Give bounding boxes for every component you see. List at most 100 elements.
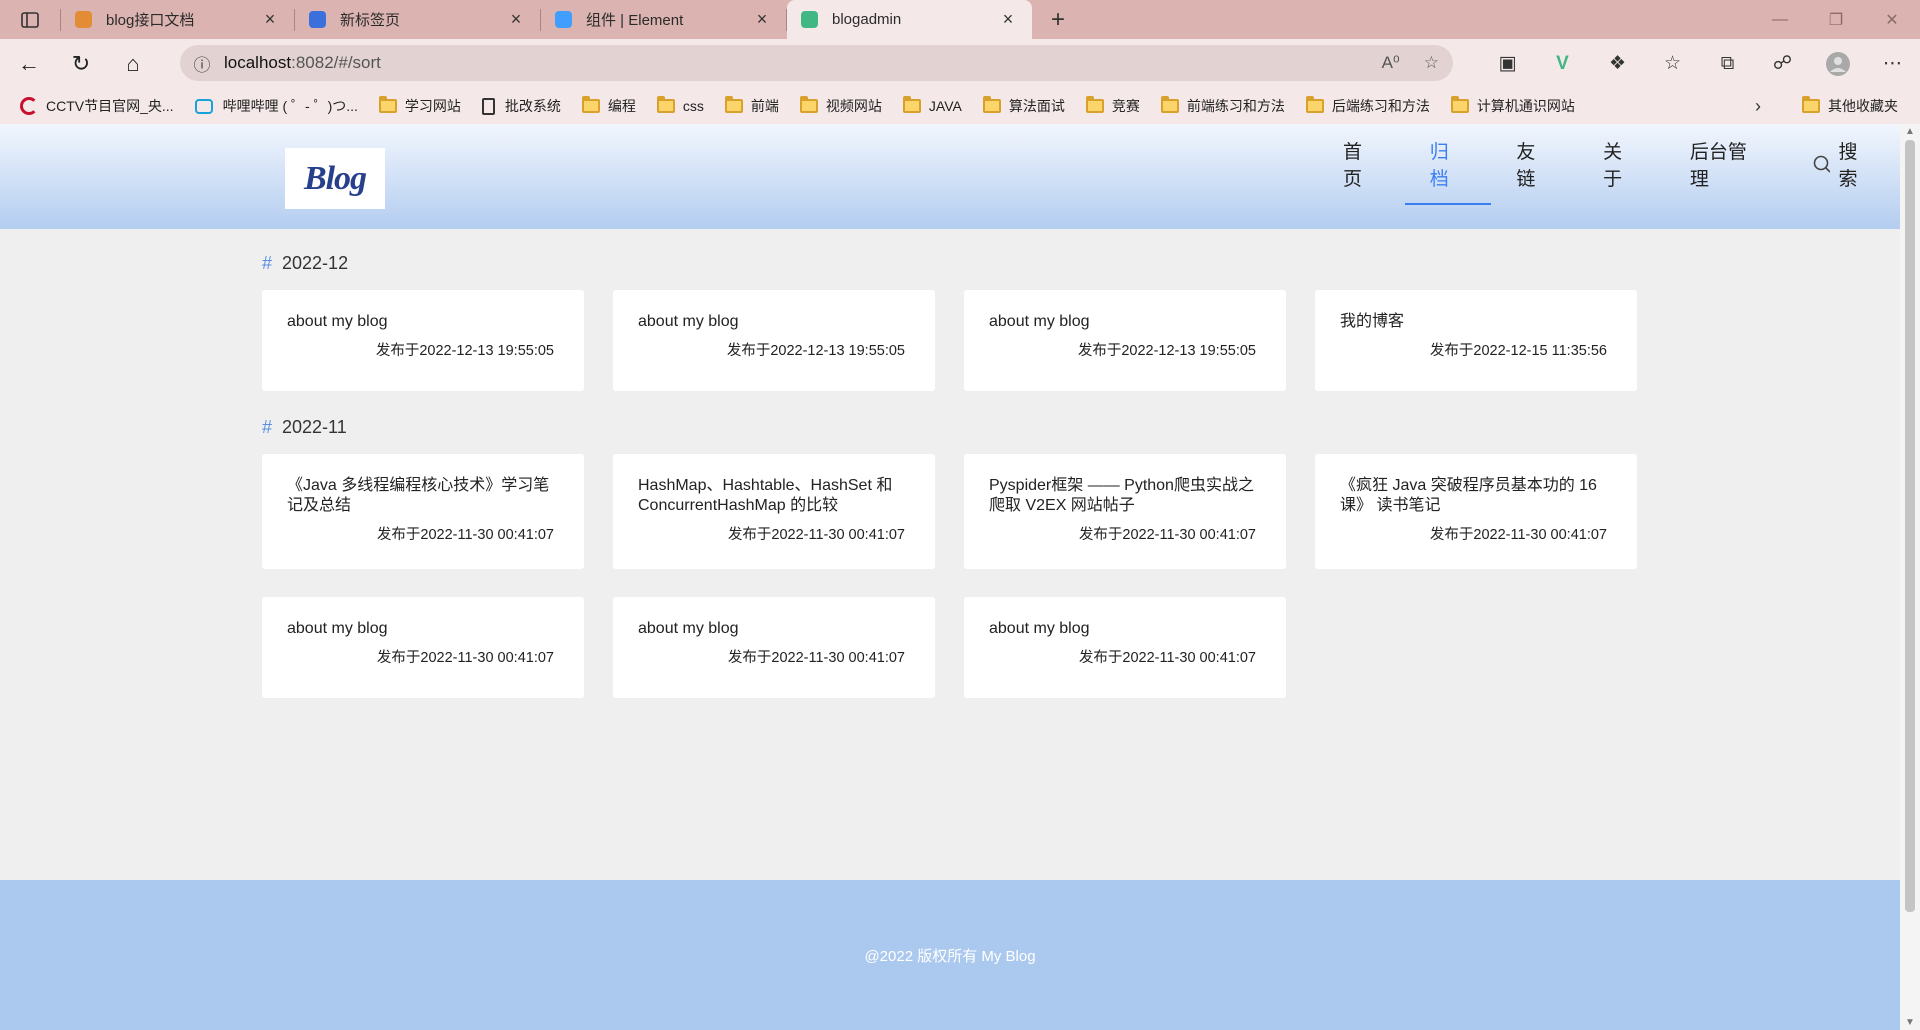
bookmark-item[interactable]: 后端练习和方法 — [1305, 96, 1430, 116]
tab-1[interactable]: 新标签页 × — [295, 0, 540, 39]
bookmark-item[interactable]: 前端练习和方法 — [1160, 96, 1285, 116]
back-button[interactable]: ← — [6, 44, 52, 84]
tab-close-icon[interactable]: × — [752, 9, 772, 30]
restore-button[interactable]: ❐ — [1808, 0, 1864, 39]
address-input[interactable]: ⓘ localhost:8082/#/sort A⁰ ☆ — [180, 45, 1453, 81]
nav-item-1[interactable]: 归档 — [1404, 124, 1492, 205]
bili-icon — [194, 98, 213, 114]
post-card[interactable]: about my blog 发布于2022-11-30 00:41:07 — [964, 597, 1286, 698]
nav-item-3[interactable]: 关于 — [1578, 124, 1665, 203]
tab-title: blog接口文档 — [106, 12, 195, 29]
read-aloud-icon[interactable]: A⁰ — [1382, 53, 1400, 73]
bookmark-label: 编程 — [607, 98, 636, 114]
vue-devtools-icon[interactable]: V — [1535, 53, 1590, 75]
post-title[interactable]: 《疯狂 Java 突破程序员基本功的 16 课》 读书笔记 — [1340, 476, 1607, 516]
bookmark-item[interactable]: 竞赛 — [1085, 96, 1140, 116]
post-title[interactable]: 《Java 多线程编程核心技术》学习笔记及总结 — [287, 476, 554, 516]
bookmark-label: 哔哩哔哩 ( ゜- ゜)つ... — [222, 98, 358, 114]
bookmark-item[interactable]: 学习网站 — [378, 96, 461, 116]
edge-bar-icon[interactable]: ☍ — [1755, 52, 1810, 75]
post-title[interactable]: Pyspider框架 —— Python爬虫实战之爬取 V2EX 网站帖子 — [989, 476, 1256, 516]
favorites-icon[interactable]: ☆ — [1645, 52, 1700, 75]
site-logo[interactable]: Blog — [285, 148, 385, 209]
bookmark-item[interactable]: 视频网站 — [799, 96, 882, 116]
folder-icon — [656, 96, 675, 113]
post-title[interactable]: about my blog — [989, 312, 1256, 332]
add-favorite-icon[interactable]: ☆ — [1424, 53, 1439, 73]
bookmark-item[interactable]: css — [656, 96, 704, 114]
folder-icon — [724, 96, 743, 113]
tab-0[interactable]: blog接口文档 × — [61, 0, 294, 39]
post-date: 发布于2022-12-13 19:55:05 — [726, 343, 905, 359]
post-title[interactable]: about my blog — [287, 312, 554, 332]
tab-title: blogadmin — [832, 11, 902, 28]
post-card[interactable]: Pyspider框架 —— Python爬虫实战之爬取 V2EX 网站帖子发布于… — [964, 454, 1286, 569]
other-bookmarks[interactable]: 其他收藏夹 — [1802, 88, 1898, 124]
more-menu-icon[interactable]: ⋯ — [1865, 52, 1920, 75]
minimize-button[interactable]: — — [1752, 0, 1808, 39]
post-card[interactable]: about my blog 发布于2022-12-13 19:55:05 — [262, 290, 584, 391]
site-info-icon[interactable]: ⓘ — [180, 51, 224, 76]
post-card[interactable]: HashMap、Hashtable、HashSet 和 ConcurrentHa… — [613, 454, 935, 569]
refresh-button[interactable]: ↻ — [58, 44, 104, 84]
bookmark-label: 竞赛 — [1111, 98, 1140, 114]
post-title[interactable]: about my blog — [989, 619, 1256, 639]
bookmark-item[interactable]: CCTV节目官网_央... — [20, 96, 174, 116]
post-date: 发布于2022-11-30 00:41:07 — [1078, 527, 1256, 543]
archive-grid: about my blog 发布于2022-12-13 19:55:05 about… — [262, 290, 1642, 391]
nav-item-2[interactable]: 友链 — [1491, 124, 1578, 203]
screen-cast-icon[interactable]: ▣ — [1480, 52, 1535, 75]
post-card[interactable]: about my blog 发布于2022-12-13 19:55:05 — [964, 290, 1286, 391]
post-card[interactable]: 《疯狂 Java 突破程序员基本功的 16 课》 读书笔记发布于2022-11-… — [1315, 454, 1637, 569]
bookmarks-overflow-chevron-icon[interactable]: › — [1755, 88, 1761, 124]
tab-favicon-icon — [801, 11, 818, 28]
tab-favicon-icon — [555, 11, 572, 28]
back-arrow-icon: ← — [18, 50, 40, 76]
new-tab-button[interactable]: + — [1038, 6, 1078, 34]
bookmark-item[interactable]: 算法面试 — [982, 96, 1065, 116]
tab-actions-button[interactable] — [0, 0, 60, 39]
post-card[interactable]: 我的博客 发布于2022-12-15 11:35:56 — [1315, 290, 1637, 391]
url-path: :8082/#/sort — [291, 53, 381, 72]
collections-icon[interactable]: ⧉ — [1700, 53, 1755, 75]
close-window-button[interactable]: ✕ — [1864, 0, 1920, 39]
hash-icon: # — [262, 252, 273, 273]
scroll-down-icon[interactable]: ▼ — [1900, 1017, 1920, 1028]
page-scrollbar[interactable]: ▲ ▼ — [1900, 124, 1920, 1030]
nav-item-0[interactable]: 首页 — [1318, 124, 1405, 203]
nav-search-label: 搜索 — [1838, 141, 1858, 190]
bookmark-item[interactable]: JAVA — [902, 96, 962, 114]
post-title[interactable]: about my blog — [638, 619, 905, 639]
tab-close-icon[interactable]: × — [998, 9, 1018, 30]
scroll-up-icon[interactable]: ▲ — [1900, 126, 1920, 137]
tab-3[interactable]: blogadmin × — [787, 0, 1032, 39]
profile-avatar-icon[interactable] — [1810, 51, 1865, 76]
tab-close-icon[interactable]: × — [260, 9, 280, 30]
tab-close-icon[interactable]: × — [506, 9, 526, 30]
nav-item-4[interactable]: 后台管理 — [1665, 124, 1788, 203]
tab-2[interactable]: 组件 | Element × — [541, 0, 786, 39]
post-card[interactable]: about my blog 发布于2022-11-30 00:41:07 — [262, 597, 584, 698]
bookmark-item[interactable]: 前端 — [724, 96, 779, 116]
post-title[interactable]: 我的博客 — [1340, 312, 1607, 332]
bookmark-item[interactable]: 批改系统 — [481, 96, 561, 116]
extensions-icon[interactable]: ❖ — [1590, 52, 1645, 75]
post-title[interactable]: about my blog — [638, 312, 905, 332]
post-date: 发布于2022-11-30 00:41:07 — [1429, 527, 1607, 543]
post-card[interactable]: 《Java 多线程编程核心技术》学习笔记及总结 发布于2022-11-30 00:… — [262, 454, 584, 569]
bookmark-label: css — [682, 98, 704, 114]
address-bar-row: ← ↻ ⌂ ⓘ localhost:8082/#/sort A⁰ ☆ ▣ V ❖… — [0, 39, 1920, 88]
home-button[interactable]: ⌂ — [110, 44, 156, 84]
bookmark-item[interactable]: 哔哩哔哩 ( ゜- ゜)つ... — [194, 96, 358, 116]
scrollbar-thumb[interactable] — [1905, 140, 1915, 912]
tab-favicon-icon — [309, 11, 326, 28]
bookmark-item[interactable]: 计算机通识网站 — [1450, 96, 1575, 116]
bookmark-item[interactable]: 编程 — [581, 96, 636, 116]
post-title[interactable]: HashMap、Hashtable、HashSet 和 ConcurrentHa… — [638, 476, 905, 516]
post-card[interactable]: about my blog 发布于2022-12-13 19:55:05 — [613, 290, 935, 391]
archive-month-label: 2022-12 — [282, 252, 349, 273]
bookmarks-bar: CCTV节目官网_央... 哔哩哔哩 ( ゜- ゜)つ... 学习网站 批改系统 编程 c… — [0, 88, 1920, 124]
post-card[interactable]: about my blog 发布于2022-11-30 00:41:07 — [613, 597, 935, 698]
nav-search-button[interactable]: 搜索 — [1788, 124, 1900, 203]
post-title[interactable]: about my blog — [287, 619, 554, 639]
